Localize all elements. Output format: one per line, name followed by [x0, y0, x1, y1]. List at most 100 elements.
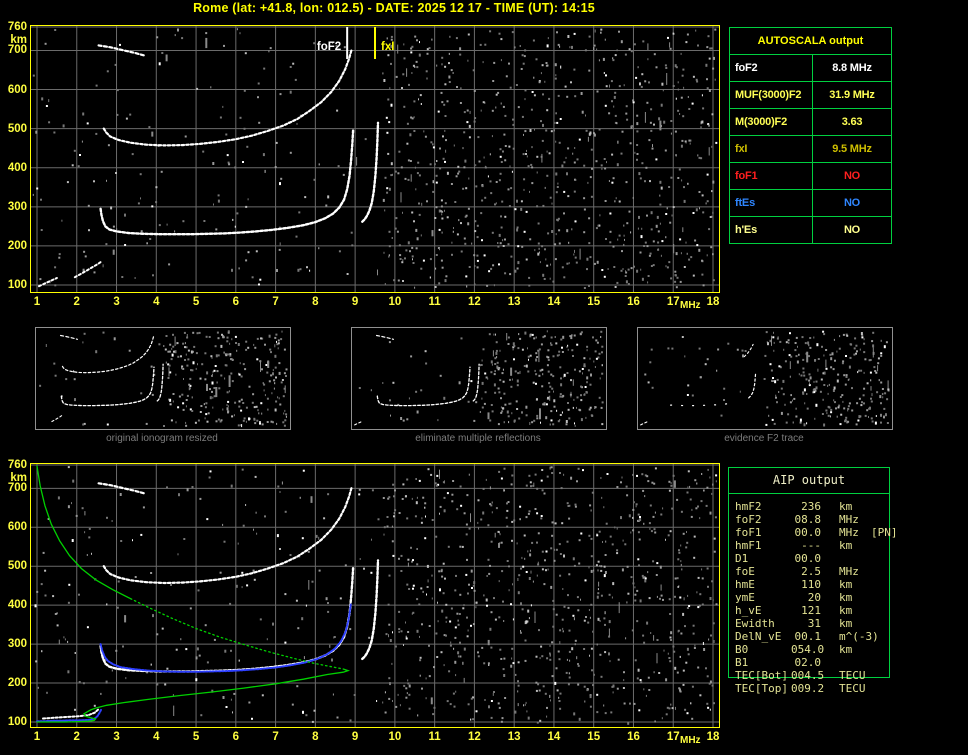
- autoscala-row-label: fxI: [730, 136, 813, 162]
- aip-label: D1: [735, 552, 749, 565]
- x-tick-label: 1: [33, 296, 41, 308]
- aip-label: TEC[Top]: [735, 682, 788, 695]
- autoscala-row-value: NO: [843, 224, 861, 236]
- autoscala-row-label: foF1: [730, 163, 813, 189]
- x-tick-label: 4: [153, 296, 160, 308]
- x-tick-label: 6: [232, 296, 240, 308]
- aip-value: 08.8: [794, 513, 822, 526]
- x-axis-unit-label: MHz: [680, 300, 701, 311]
- x-tick-label: 2: [73, 296, 80, 308]
- aip-unit: km: [839, 604, 853, 617]
- page-title: Rome (lat: +41.8, lon: 012.5) - DATE: 20…: [193, 1, 595, 15]
- x-tick-label: 9: [351, 296, 359, 308]
- top-ionogram-plot: foF2 fxI: [30, 25, 720, 293]
- aip-unit: MHz: [839, 513, 859, 526]
- aip-value: 236: [801, 500, 821, 513]
- aip-value: 00.1: [794, 630, 822, 643]
- aip-row-foE: foE 2.5 MHz: [728, 565, 963, 578]
- y-tick-label: 400: [7, 161, 27, 174]
- aip-label: hmF1: [735, 539, 762, 552]
- x-tick-label: 11: [428, 296, 441, 308]
- aip-unit: TECU: [839, 669, 866, 682]
- autoscala-output-table: AUTOSCALA output foF2 8.8 MHz MUF(3000)F2 3…: [729, 27, 892, 244]
- autoscala-row-label: M(3000)F2: [730, 109, 813, 135]
- thumbnail-caption: original ionogram resized: [106, 433, 218, 444]
- aip-unit: km: [839, 643, 853, 656]
- x-tick-label: 3: [113, 731, 120, 743]
- y-tick-label: 400: [7, 599, 27, 612]
- x-tick-label: 8: [312, 731, 319, 743]
- marker-label-foF2: foF2: [317, 41, 341, 53]
- y-tick-label: 300: [7, 638, 27, 651]
- autoscala-row-foF1: foF1 NO: [730, 163, 891, 190]
- aip-unit: km: [839, 539, 853, 552]
- x-tick-label: 14: [547, 731, 561, 743]
- aip-unit: TECU: [839, 682, 866, 695]
- x-tick-label: 12: [468, 296, 481, 308]
- aip-value: 054.0: [791, 643, 825, 656]
- thumbnail-original-ionogram: original ionogram resized: [35, 327, 291, 444]
- aip-label: foF1: [735, 526, 762, 539]
- aip-row-D1: D1 00.0: [728, 552, 963, 565]
- aip-value: 20: [807, 591, 821, 604]
- aip-row-foF1: foF1 00.0 MHz [PN]: [728, 526, 963, 539]
- autoscala-row-label: ftEs: [730, 190, 813, 216]
- autoscala-row-h'Es: h'Es NO: [730, 217, 891, 243]
- aip-value: 00.0: [794, 552, 822, 565]
- y-tick-label: 300: [7, 200, 27, 213]
- aip-note: [PN]: [871, 526, 898, 539]
- autoscala-row-foF2: foF2 8.8 MHz: [730, 55, 891, 82]
- aip-value: 00.0: [794, 526, 822, 539]
- x-tick-label: 16: [627, 296, 640, 308]
- x-tick-label: 15: [587, 296, 601, 308]
- x-tick-label: 13: [507, 296, 521, 308]
- aip-row-TEC[Top]: TEC[Top] 009.2 TECU: [728, 682, 963, 695]
- bottom-ionogram-plot: [30, 463, 720, 728]
- aip-label: foF2: [735, 513, 762, 526]
- x-tick-label: 7: [272, 731, 279, 743]
- x-tick-label: 5: [192, 731, 200, 743]
- x-tick-label: 8: [312, 296, 319, 308]
- aip-row-foF2: foF2 08.8 MHz: [728, 513, 963, 526]
- autoscala-row-label: h'Es: [730, 217, 813, 243]
- autoscala-row-value: 31.9 MHz: [829, 89, 875, 101]
- x-tick-label: 14: [547, 296, 561, 308]
- aip-row-B0: B0 054.0 km: [728, 643, 963, 656]
- aip-value: 31: [807, 617, 821, 630]
- autoscala-row-value: NO: [843, 170, 861, 182]
- aip-label: foE: [735, 565, 755, 578]
- autoscala-row-fxI: fxI 9.5 MHz: [730, 136, 891, 163]
- aip-label: Ewidth: [735, 617, 775, 630]
- aip-output-table-rows: hmF2 236 km foF2 08.8 MHz foF1 00.0 MHz [PN] hmF1 -…: [728, 500, 963, 695]
- y-tick-label: 500: [7, 560, 27, 573]
- aip-unit: km: [839, 617, 853, 630]
- x-tick-label: 11: [428, 731, 441, 743]
- aip-unit: km: [839, 591, 853, 604]
- y-tick-label: 700: [7, 44, 27, 57]
- aip-value: ---: [801, 539, 821, 552]
- aip-label: hmF2: [735, 500, 762, 513]
- aip-unit: km: [839, 578, 853, 591]
- aip-row-Ewidth: Ewidth 31 km: [728, 617, 963, 630]
- y-tick-label: 760: [7, 21, 27, 33]
- autoscala-row-label: foF2: [730, 55, 813, 81]
- y-tick-label: 500: [7, 122, 27, 135]
- aip-label: TEC[Bot]: [735, 669, 788, 682]
- aip-table-title: AIP output: [729, 468, 889, 494]
- y-tick-label: 700: [7, 482, 27, 495]
- autoscala-row-value: 3.63: [841, 116, 863, 128]
- x-tick-label: 18: [706, 731, 720, 743]
- x-tick-label: 13: [507, 731, 521, 743]
- aip-label: h_vE: [735, 604, 762, 617]
- aip-label: DelN_vE: [735, 630, 782, 643]
- aip-value: 004.5: [791, 669, 825, 682]
- aip-row-hmE: hmE 110 km: [728, 578, 963, 591]
- aip-value: 110: [801, 578, 821, 591]
- aip-value: 121: [801, 604, 821, 617]
- aip-row-hmF1: hmF1 --- km: [728, 539, 963, 552]
- aip-value: 02.0: [794, 656, 822, 669]
- x-tick-label: 16: [627, 731, 640, 743]
- x-tick-label: 2: [73, 731, 80, 743]
- x-tick-label: 3: [113, 296, 120, 308]
- aip-unit: MHz: [839, 526, 859, 539]
